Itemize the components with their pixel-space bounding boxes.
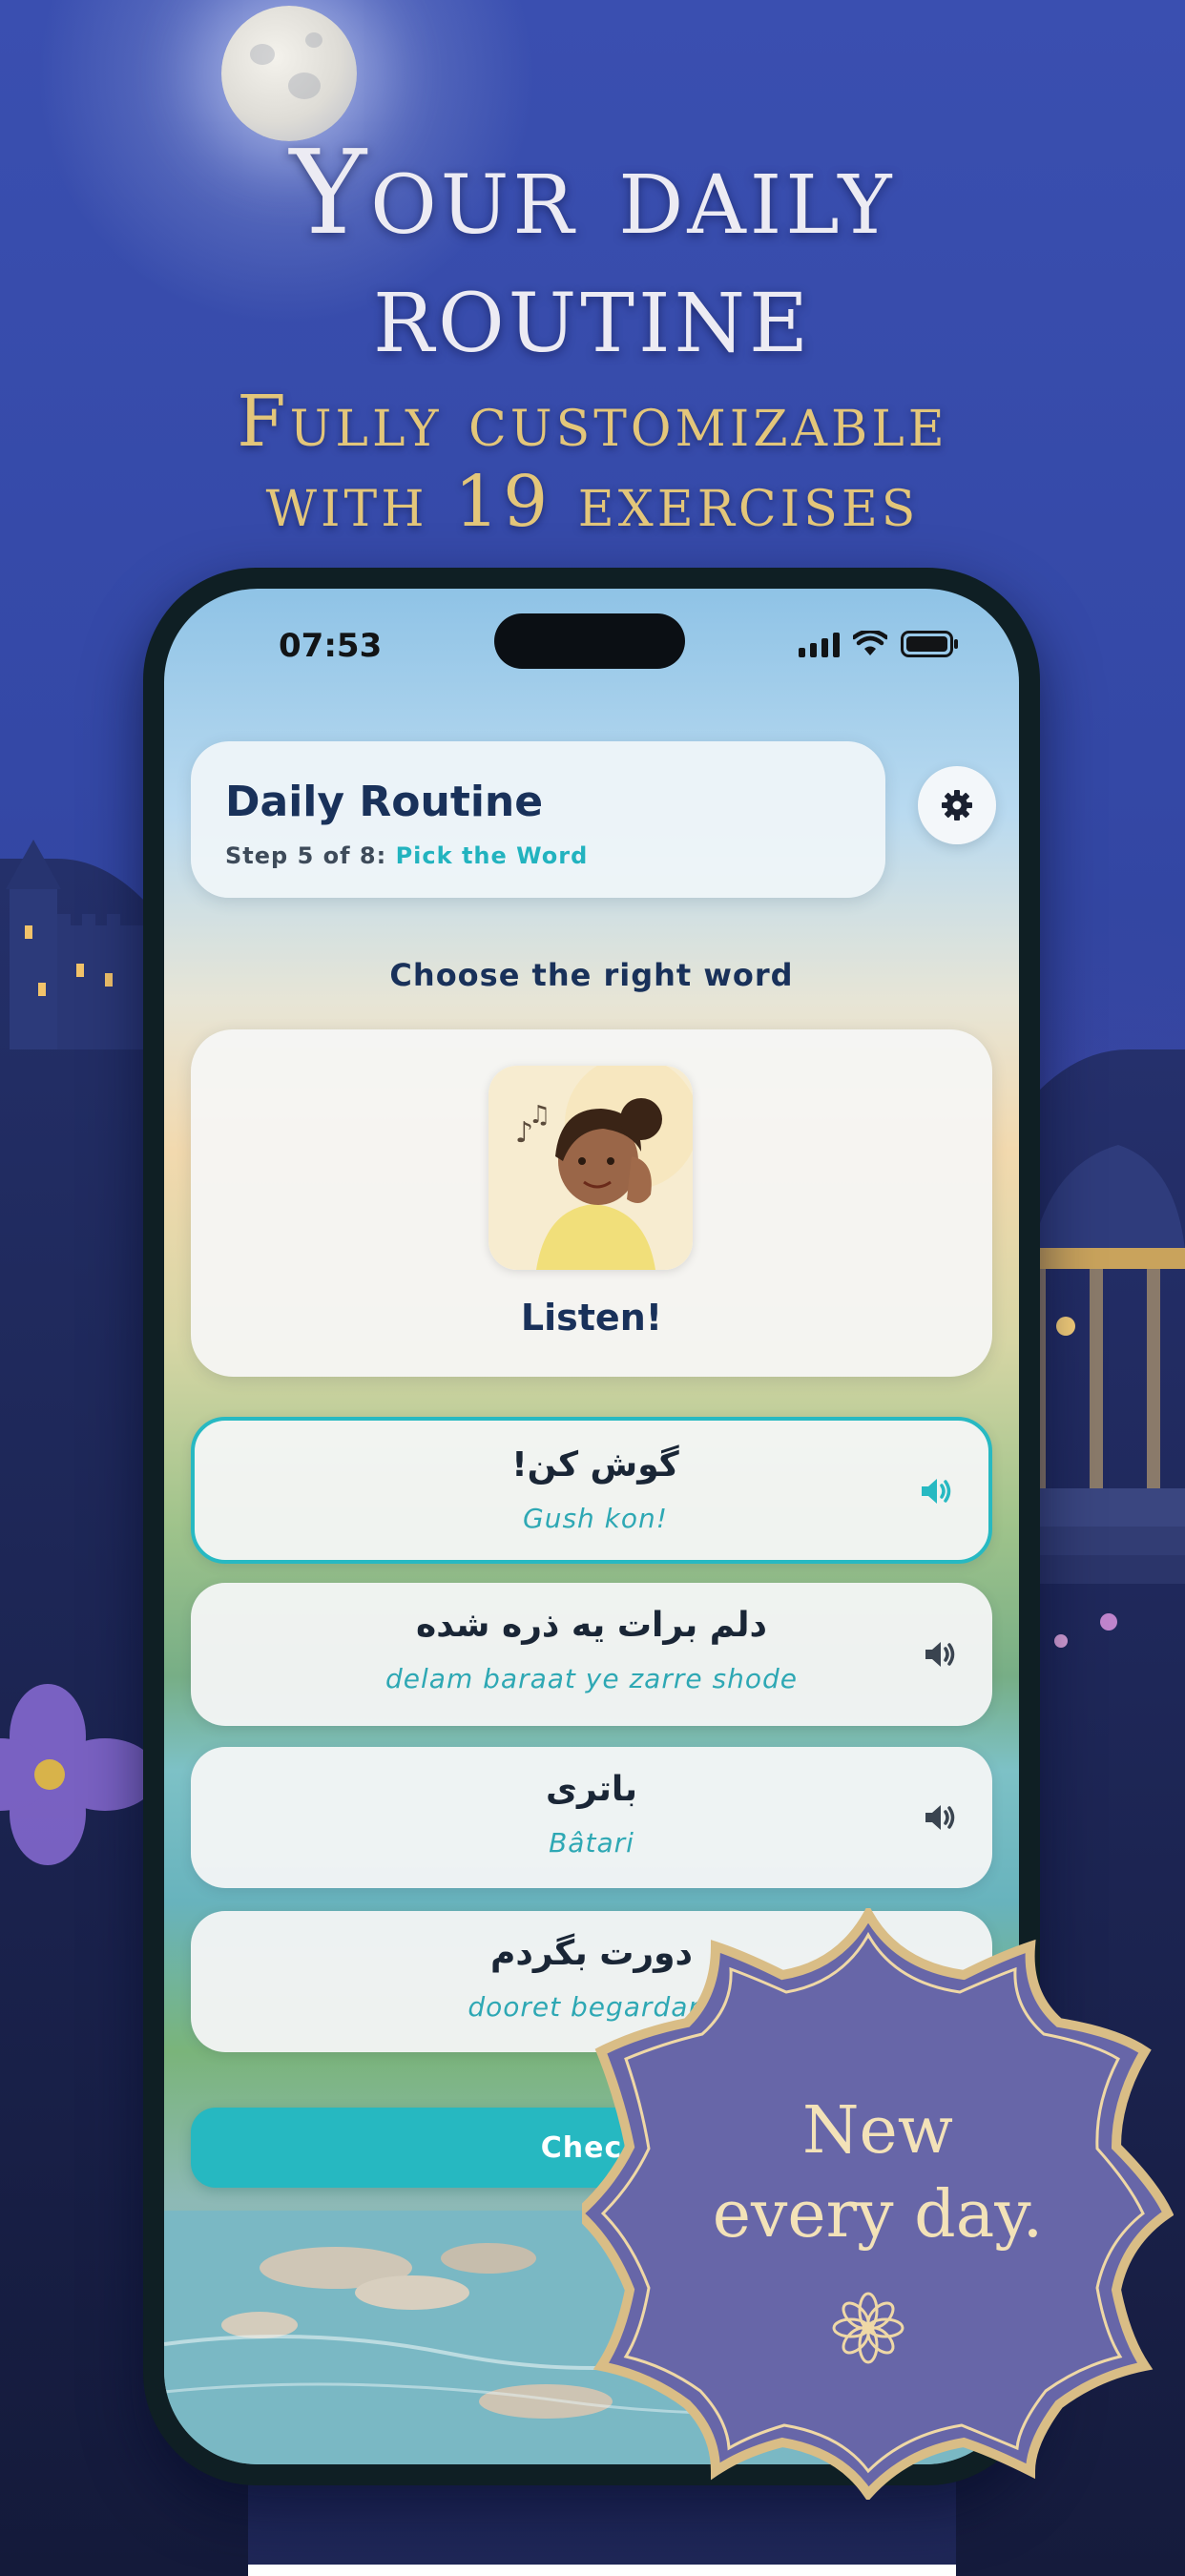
listen-card[interactable]: ♪ ♫ Listen! [191,1029,992,1377]
answer-option-3[interactable]: باتری Bâtari [191,1747,992,1888]
step-counter: Step 5 of 8: [225,842,387,869]
headline-subtitle: Fully customizable with 19 exercises [0,382,1185,542]
routine-step: Step 5 of 8: Pick the Word [225,842,588,869]
signal-icon [799,633,840,657]
speaker-icon[interactable] [916,1472,954,1510]
status-time: 07:53 [279,627,383,665]
girl-listening-illustration: ♪ ♫ [489,1066,693,1270]
moon-decoration [221,6,357,141]
headline-line-1: Your daily [289,125,896,260]
answer-option-2[interactable]: دلم برات یه ذره شده delam baraat ye zarr… [191,1583,992,1726]
headline-title: Your daily routine [0,134,1185,370]
option-transliteration: Bâtari [549,1827,634,1859]
step-name: Pick the Word [395,842,589,869]
badge-line-1: New [802,2093,953,2169]
option-transliteration: delam baraat ye zarre shode [385,1663,798,1694]
speaker-icon[interactable] [920,1798,958,1837]
headline-line-2: routine [372,243,812,379]
badge-line-2: every day. [712,2177,1044,2253]
option-persian: باتری [546,1770,637,1809]
svg-text:♫: ♫ [529,1101,551,1130]
exercise-prompt: Choose the right word [389,957,794,993]
castle-illustration [6,840,143,1049]
answer-option-1[interactable]: گوش کن! Gush kon! [191,1417,992,1564]
routine-title: Daily Routine [225,778,544,826]
speaker-icon[interactable] [920,1635,958,1673]
dynamic-island [494,613,685,669]
wifi-icon [853,631,887,655]
settings-button[interactable] [918,766,996,844]
routine-header-card: Daily Routine Step 5 of 8: Pick the Word [191,741,885,898]
option-persian: گوش کن! [511,1445,679,1485]
status-icons [799,631,960,657]
option-persian: دلم برات یه ذره شده [415,1606,768,1645]
gear-icon [942,790,972,821]
battery-icon [901,631,958,657]
headline-line-3: Fully customizable [237,381,948,463]
headline-line-4: with 19 exercises [265,461,920,543]
option-transliteration: Gush kon! [523,1503,668,1534]
listen-label: Listen! [520,1297,663,1339]
